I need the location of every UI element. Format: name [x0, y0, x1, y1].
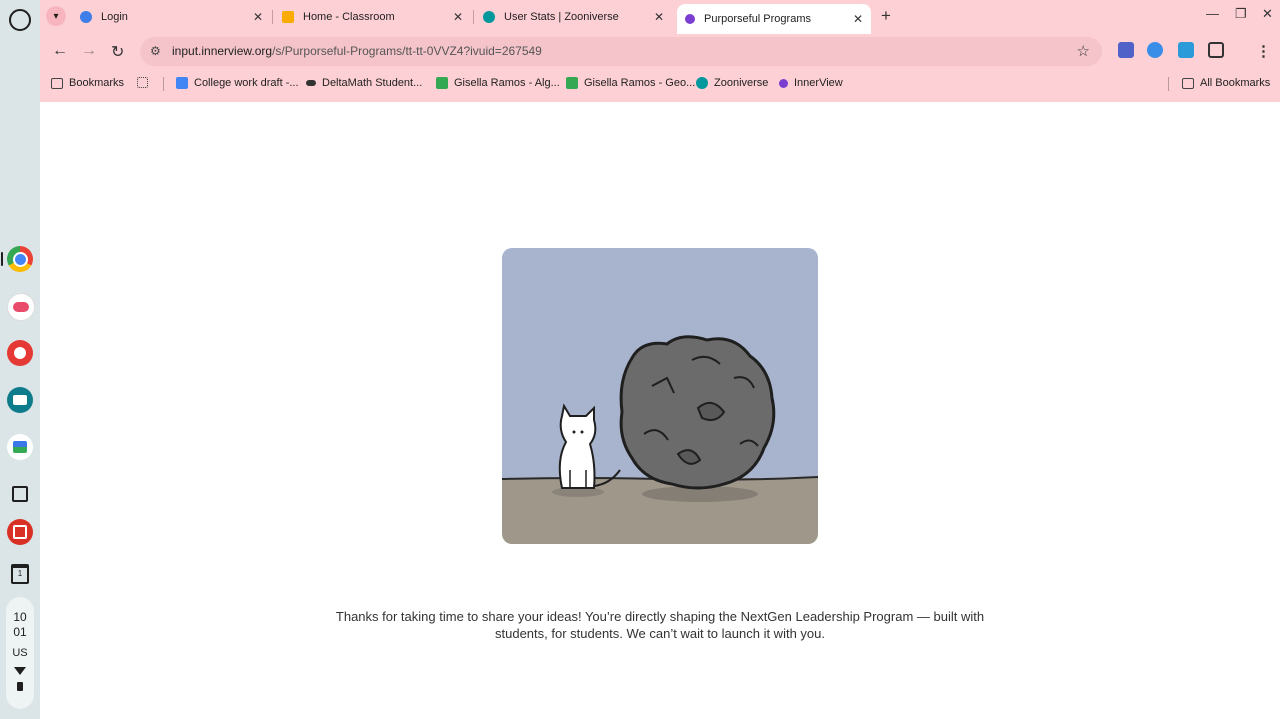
sheets-icon [566, 77, 578, 89]
close-icon[interactable]: ✕ [652, 10, 666, 24]
wifi-icon [14, 667, 26, 675]
thank-you-message: Thanks for taking time to share your ide… [280, 608, 1040, 642]
palette-app-icon[interactable] [7, 340, 33, 366]
bookmark-divider [163, 77, 164, 91]
locale-indicator: US [12, 647, 28, 659]
thank-you-line-2: students, for students. We can’t wait to… [495, 626, 825, 641]
thank-you-line-1: Thanks for taking time to share your ide… [335, 609, 985, 624]
active-app-indicator [1, 252, 3, 266]
tab-purposeful-programs[interactable]: Purporseful Programs ✕ [677, 4, 871, 34]
apps-grid-icon [137, 77, 148, 88]
gallery-app-icon[interactable] [7, 481, 33, 507]
tab-title: Home - Classroom [303, 11, 395, 23]
url-path: /s/Purporseful-Programs/tt-tt-0VVZ4?ivui… [272, 44, 542, 58]
chrome-app-icon[interactable] [7, 246, 33, 272]
reload-icon[interactable]: ↻ [111, 42, 124, 62]
zooniverse-favicon-icon [483, 11, 495, 23]
all-bookmarks-label: All Bookmarks [1200, 77, 1271, 89]
bookmark-label: Zooniverse [714, 77, 769, 89]
tab-divider [473, 10, 474, 24]
more-menu-icon[interactable]: ⋮ [1256, 42, 1271, 60]
zooniverse-icon [696, 77, 708, 89]
classroom-favicon-icon [282, 11, 294, 23]
files-app-icon[interactable] [7, 434, 33, 460]
battery-icon [17, 682, 23, 691]
tab-title: User Stats | Zooniverse [504, 11, 619, 23]
bookmark-label: Gisella Ramos - Alg... [454, 77, 560, 89]
back-arrow-icon[interactable]: ← [52, 42, 68, 60]
bookmarks-label: Bookmarks [69, 77, 125, 89]
minimize-icon[interactable]: — [1206, 6, 1219, 21]
sheets-icon [436, 77, 448, 89]
chromeos-shelf: 1 10 01 US [0, 0, 40, 719]
tab-classroom[interactable]: Home - Classroom ✕ [282, 4, 465, 30]
bookmark-star-icon[interactable]: ☆ [1077, 42, 1090, 60]
clock: 10 01 [6, 610, 34, 640]
apps-shortcut[interactable] [137, 77, 154, 88]
site-info-icon[interactable]: ⚙ [150, 44, 161, 58]
tab-divider [272, 10, 273, 24]
tab-login[interactable]: Login ✕ [80, 4, 265, 30]
extensions-puzzle-icon[interactable] [1208, 42, 1224, 58]
tab-zooniverse[interactable]: User Stats | Zooniverse ✕ [483, 4, 666, 30]
bookmark-college-work[interactable]: College work draft -... [176, 77, 299, 89]
docs-icon [176, 77, 188, 89]
calendar-app-icon[interactable]: 1 [7, 561, 33, 587]
bookmark-label: College work draft -... [194, 77, 299, 89]
new-tab-plus-icon[interactable]: + [881, 6, 891, 26]
innerview-favicon-icon [685, 14, 695, 24]
thank-you-illustration [502, 248, 818, 544]
extension-circle-icon[interactable] [1147, 42, 1163, 58]
tab-title: Login [101, 11, 128, 23]
exit-app-icon[interactable] [7, 519, 33, 545]
url-host: input.innerview.org [172, 44, 273, 58]
launcher-icon[interactable] [9, 9, 31, 31]
chevron-down-icon: ▾ [53, 10, 59, 22]
bookmarks-bar: Bookmarks College work draft -... DeltaM… [40, 72, 1280, 96]
bookmark-zooniverse[interactable]: Zooniverse [696, 77, 768, 89]
bookmark-deltamath[interactable]: DeltaMath Student... [306, 77, 422, 89]
status-tray[interactable]: 10 01 US [6, 597, 34, 709]
cat-and-rock-image [502, 248, 818, 544]
extension-grid-icon[interactable] [1118, 42, 1134, 58]
classroom-app-icon[interactable] [7, 387, 33, 413]
clock-minute: 01 [13, 625, 27, 639]
tab-search-button[interactable]: ▾ [46, 6, 66, 26]
folder-icon [51, 77, 63, 89]
browser-chrome: ▾ Login ✕ Home - Classroom ✕ User Stats … [40, 0, 1280, 103]
all-bookmarks-folder[interactable]: All Bookmarks [1182, 77, 1270, 89]
clock-hour: 10 [13, 610, 27, 624]
toolbar: ← → ↻ ⚙ input.innerview.org/s/Purporsefu… [40, 34, 1280, 70]
url-text[interactable]: input.innerview.org/s/Purporseful-Progra… [172, 44, 542, 58]
close-icon[interactable]: ✕ [851, 12, 865, 26]
bookmark-label: InnerView [794, 77, 843, 89]
bookmark-gisella-alg[interactable]: Gisella Ramos - Alg... [436, 77, 560, 89]
close-icon[interactable]: ✕ [251, 10, 265, 24]
play-app-icon[interactable] [7, 293, 35, 321]
close-icon[interactable]: ✕ [451, 10, 465, 24]
innerview-icon [779, 78, 788, 88]
login-favicon-icon [80, 11, 92, 23]
bookmark-gisella-geo[interactable]: Gisella Ramos - Geo... [566, 77, 695, 89]
bookmark-label: DeltaMath Student... [322, 77, 423, 89]
restore-icon[interactable]: ❐ [1235, 6, 1247, 22]
deltamath-icon [306, 80, 316, 86]
address-bar[interactable]: ⚙ input.innerview.org/s/Purporseful-Prog… [140, 37, 1102, 66]
bookmark-label: Gisella Ramos - Geo... [584, 77, 696, 89]
folder-icon [1182, 77, 1194, 89]
tab-title: Purporseful Programs [704, 13, 811, 25]
bookmark-divider [1168, 77, 1169, 91]
forward-arrow-icon[interactable]: → [81, 42, 97, 60]
bookmarks-folder[interactable]: Bookmarks [51, 77, 124, 89]
bookmark-innerview[interactable]: InnerView [779, 77, 843, 89]
extension-cloud-icon[interactable] [1178, 42, 1194, 58]
tab-strip: ▾ Login ✕ Home - Classroom ✕ User Stats … [40, 0, 1280, 34]
window-close-icon[interactable]: ✕ [1262, 6, 1273, 22]
page-content: Thanks for taking time to share your ide… [40, 102, 1280, 719]
